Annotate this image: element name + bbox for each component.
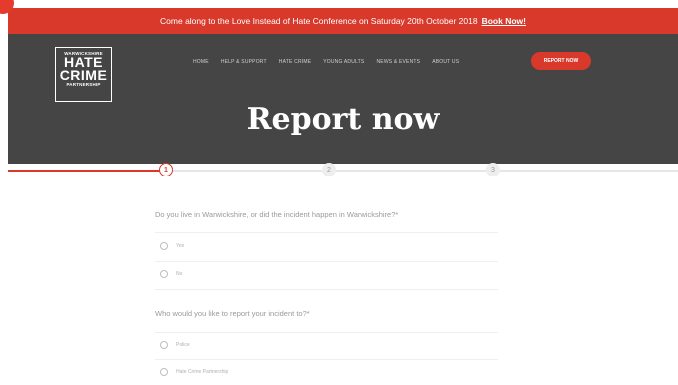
divider (155, 261, 498, 262)
option-yes-label: Yes (176, 243, 185, 249)
stepper-progress (8, 170, 168, 172)
page-title: Report now (246, 102, 440, 137)
option-yes[interactable]: Yes (160, 242, 184, 250)
nav-item-young-adults[interactable]: YOUNG ADULTS (323, 59, 364, 65)
option-police[interactable]: Police (160, 341, 190, 349)
announcement-bar: Come along to the Love Instead of Hate C… (8, 8, 678, 34)
divider (155, 359, 498, 360)
nav-item-about-us[interactable]: ABOUT US (432, 59, 459, 65)
divider (155, 289, 498, 290)
option-no[interactable]: No (160, 270, 182, 278)
nav-item-help-support[interactable]: HELP & SUPPORT (221, 59, 267, 65)
nav-item-hate-crime[interactable]: HATE CRIME (279, 59, 311, 65)
option-no-label: No (176, 271, 183, 277)
logo-line-3: CRIME (59, 67, 108, 83)
announcement-text: Come along to the Love Instead of Hate C… (160, 16, 478, 26)
option-police-label: Police (176, 342, 190, 348)
report-form: Do you live in Warwickshire, or did the … (8, 176, 678, 385)
nav-item-news-events[interactable]: NEWS & EVENTS (376, 59, 420, 65)
step-1: 1 (159, 163, 173, 177)
divider (155, 232, 498, 233)
book-now-link[interactable]: Book Now! (482, 16, 526, 26)
radio-hate-crime-partnership[interactable] (160, 368, 168, 376)
question-location: Do you live in Warwickshire, or did the … (155, 210, 399, 219)
nav-item-home[interactable]: HOME (193, 59, 209, 65)
progress-stepper: 1 2 3 (8, 163, 678, 177)
question-report-to: Who would you like to report your incide… (155, 309, 310, 318)
radio-yes[interactable] (160, 242, 168, 250)
report-now-button[interactable]: REPORT NOW (531, 52, 591, 70)
radio-no[interactable] (160, 270, 168, 278)
divider (155, 332, 498, 333)
main-nav: HOME HELP & SUPPORT HATE CRIME YOUNG ADU… (193, 59, 459, 65)
step-3: 3 (486, 163, 500, 177)
radio-police[interactable] (160, 341, 168, 349)
option-hate-crime-partnership[interactable]: Hate Crime Partnership (160, 368, 228, 376)
option-hate-crime-partnership-label: Hate Crime Partnership (176, 369, 229, 375)
site-header: WARWICKSHIRE HATE CRIME PARTNERSHIP HOME… (8, 34, 678, 164)
step-2: 2 (322, 163, 336, 177)
site-logo[interactable]: WARWICKSHIRE HATE CRIME PARTNERSHIP (55, 47, 112, 102)
